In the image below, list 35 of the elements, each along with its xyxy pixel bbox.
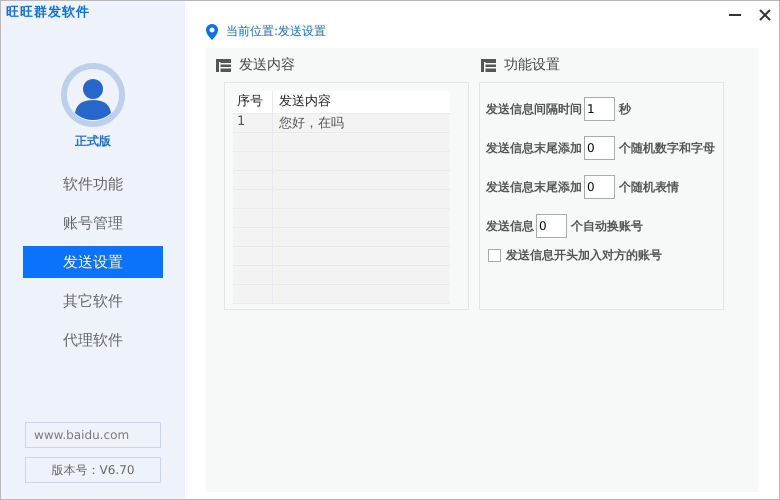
- setting-unit: 个自动换账号: [571, 218, 643, 234]
- panel-title: 发送内容: [239, 56, 295, 74]
- setting-unit: 个随机数字和字母: [619, 140, 715, 156]
- table-icon: [481, 58, 496, 72]
- setting-label: 发送信息末尾添加: [486, 178, 582, 196]
- avatar-icon: [61, 63, 125, 127]
- input-field[interactable]: 0: [536, 214, 567, 238]
- setting-unit: 秒: [619, 100, 631, 118]
- breadcrumb: 当前位置:发送设置: [226, 23, 326, 40]
- checkbox[interactable]: [488, 249, 501, 262]
- column-header: 发送内容: [278, 93, 332, 111]
- column-header: 序号: [233, 91, 273, 113]
- sidebar-item[interactable]: 账号管理: [23, 207, 163, 239]
- input-field[interactable]: 1: [584, 97, 615, 121]
- setting-label: 发送信息: [486, 218, 534, 234]
- location-pin-icon: [206, 24, 218, 40]
- sidebar-item[interactable]: 发送设置: [23, 246, 163, 278]
- sidebar-item[interactable]: 其它软件: [23, 285, 163, 317]
- setting-label: 发送信息末尾添加: [486, 140, 582, 156]
- panel-title: 功能设置: [504, 56, 560, 74]
- edition-label: 正式版: [75, 133, 111, 150]
- input-field[interactable]: 0: [584, 175, 615, 199]
- close-icon[interactable]: [759, 9, 771, 21]
- checkbox-label: 发送信息开头加入对方的账号: [506, 247, 662, 264]
- website-link[interactable]: www.baidu.com: [25, 422, 161, 448]
- sidebar-item[interactable]: 软件功能: [23, 168, 163, 200]
- table-cell: 1: [233, 114, 273, 132]
- window-title: 旺旺群发软件: [5, 4, 90, 21]
- version-label: 版本号：V6.70: [25, 457, 161, 483]
- input-field[interactable]: 0: [584, 136, 615, 160]
- sidebar-item[interactable]: 代理软件: [23, 324, 163, 356]
- table-icon: [216, 58, 231, 72]
- setting-label: 发送信息间隔时间: [486, 100, 582, 118]
- table-cell-text: 您好，在吗: [278, 115, 345, 132]
- setting-unit: 个随机表情: [619, 178, 679, 196]
